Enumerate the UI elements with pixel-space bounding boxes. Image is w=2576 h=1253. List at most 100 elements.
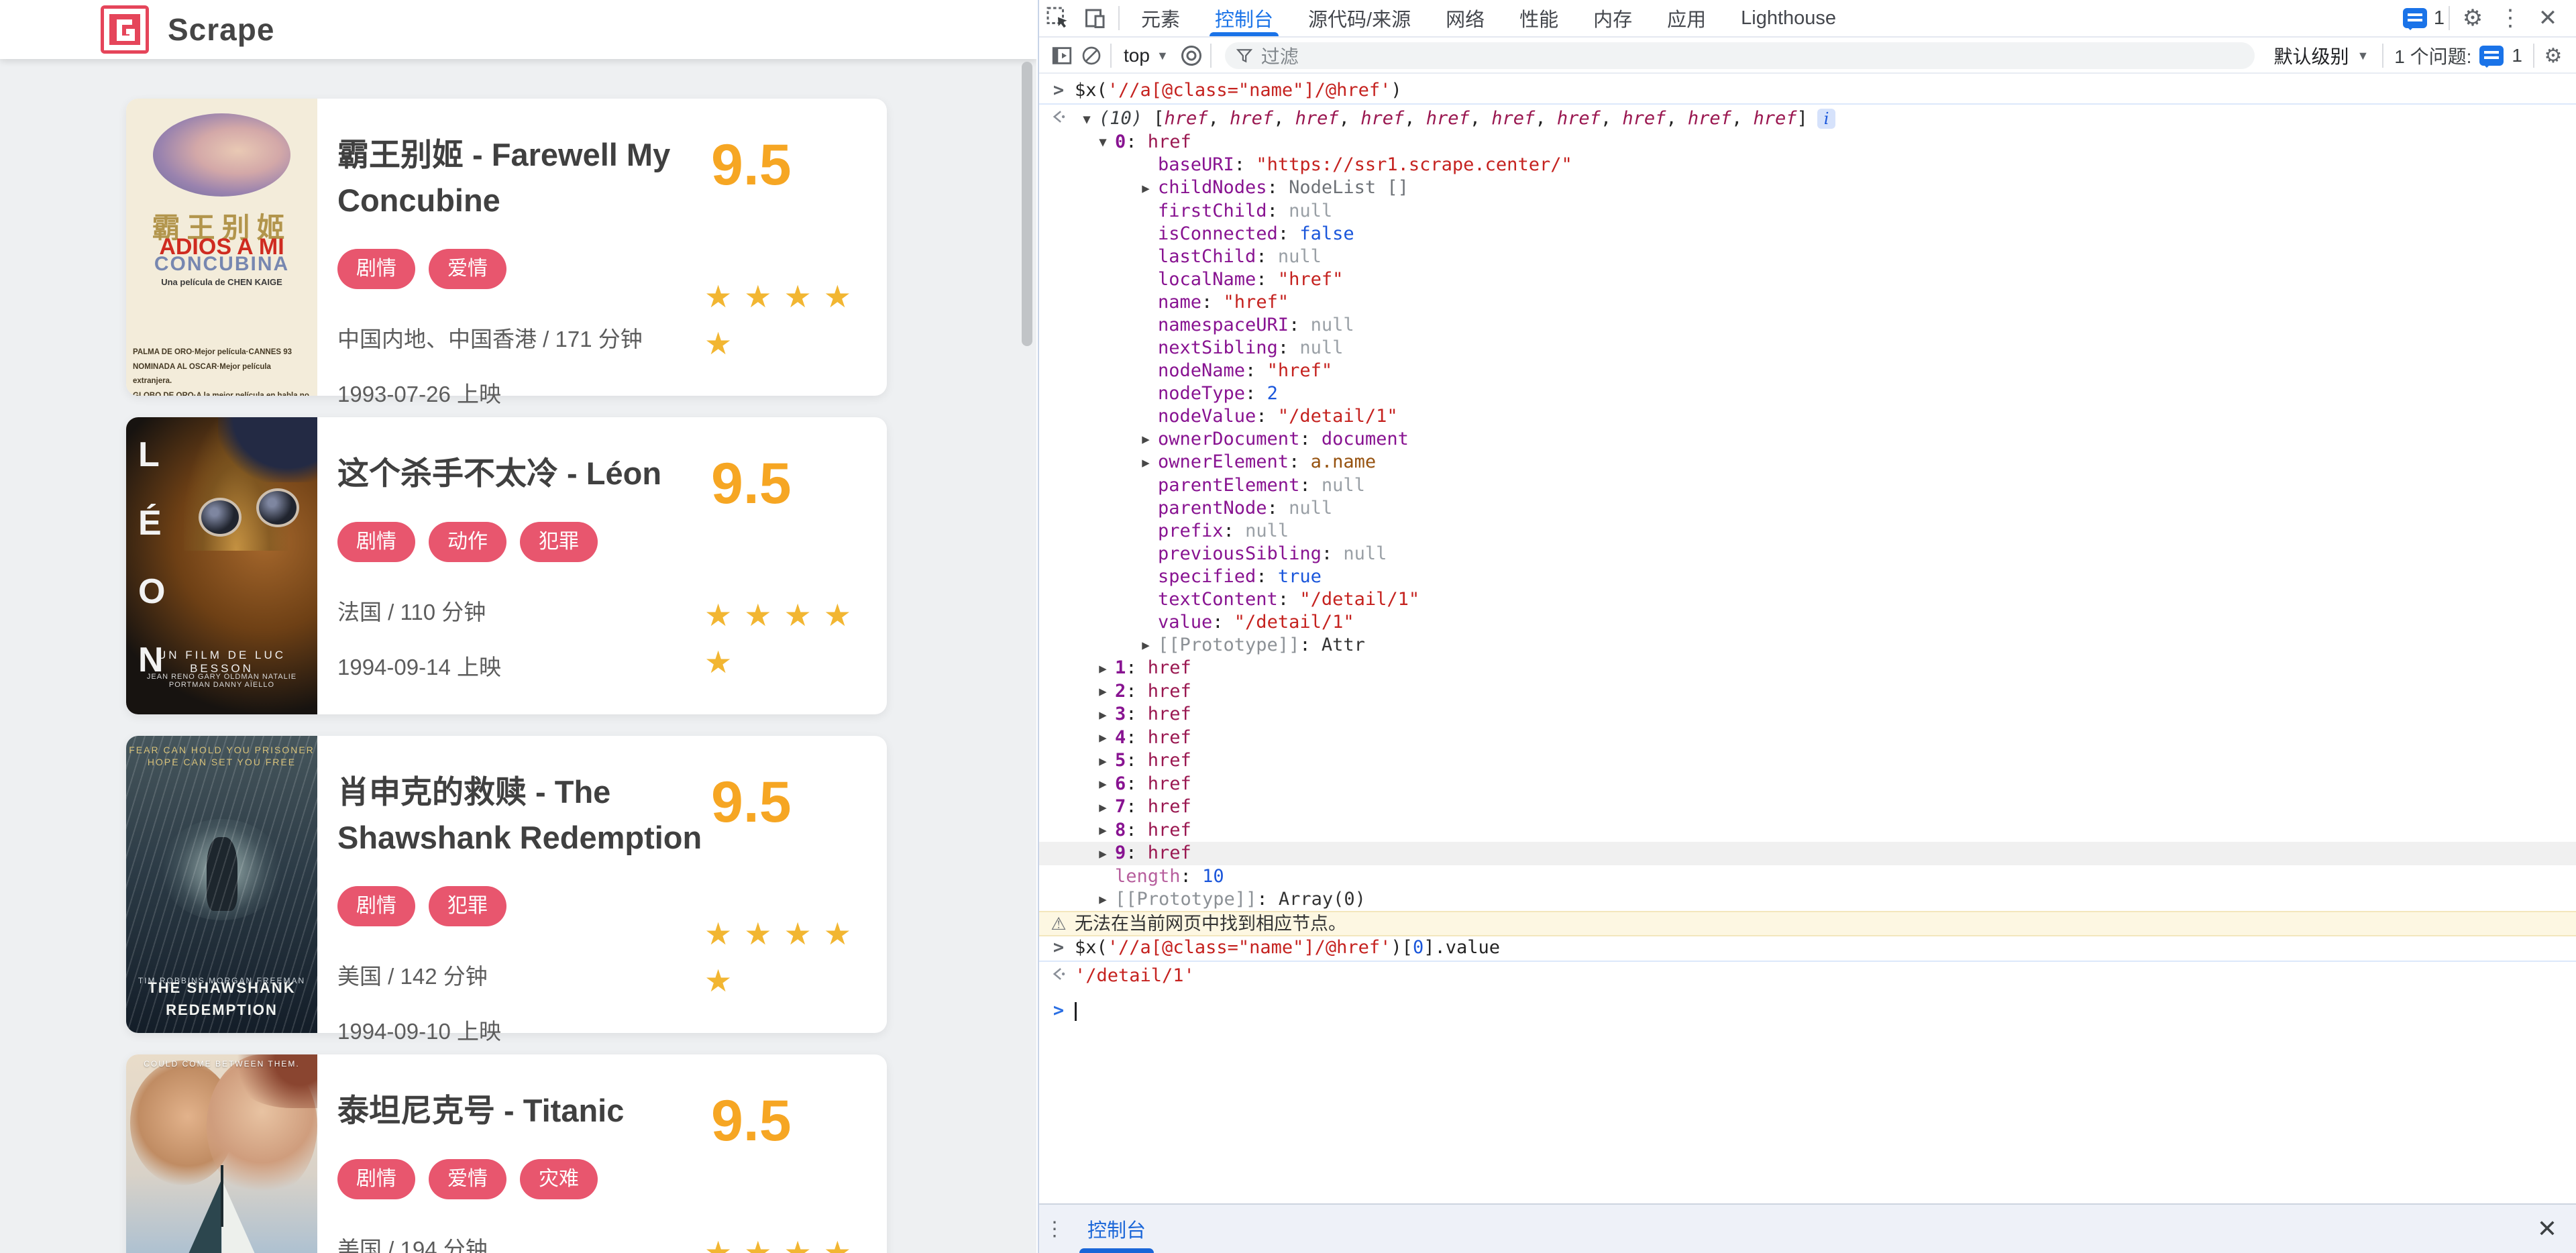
star-icon: ★	[824, 279, 851, 314]
object-property-row: parentElement: null	[1039, 474, 2576, 497]
expand-arrow-icon[interactable]: ▶	[1091, 704, 1115, 726]
context-selector[interactable]: top ▼	[1116, 45, 1177, 66]
object-property-row: value: "/detail/1"	[1039, 611, 2576, 634]
property-childNodes: ▶childNodes: NodeList []	[1075, 176, 2576, 200]
expand-arrow-icon[interactable]: ▶	[1091, 657, 1115, 680]
expand-arrow-icon[interactable]: ▶	[1091, 680, 1115, 703]
clear-console-icon[interactable]	[1077, 41, 1106, 70]
tab-元素[interactable]: 元素	[1124, 0, 1197, 36]
console-filter-input[interactable]: 过滤	[1225, 42, 2255, 69]
movie-star-rating: ★★★★★	[704, 598, 865, 679]
poster-title-letters: LÉON	[138, 435, 165, 680]
expand-arrow-icon[interactable]: ▼	[1075, 108, 1099, 131]
expand-arrow-icon[interactable]: ▶	[1091, 750, 1115, 773]
divider	[1210, 44, 1212, 68]
info-badge-icon[interactable]: i	[1817, 109, 1836, 129]
tag-剧情[interactable]: 剧情	[337, 886, 415, 926]
issues-bubble-icon	[2403, 8, 2427, 28]
movie-card: COULD COME BETWEEN THEM.LEONARDO DiCAPRI…	[126, 1054, 887, 1253]
drawer-kebab-icon[interactable]: ⋮	[1039, 1217, 1070, 1241]
devtools-panel: 元素控制台源代码/来源网络性能内存应用Lighthouse 1 ⚙ ⋮ ✕	[1038, 0, 2576, 1253]
star-icon: ★	[704, 916, 732, 951]
drawer-tab-console[interactable]: 控制台	[1070, 1205, 1163, 1253]
tag-剧情[interactable]: 剧情	[337, 522, 415, 562]
scrape-logo-icon	[101, 5, 149, 54]
property-parentElement: parentElement: null	[1075, 474, 2576, 497]
array-item-6: ▶6: href	[1075, 773, 2576, 796]
screen: Scrape 霸王别姬ADIOS A MICONCUBINAUna pelícu…	[0, 0, 2576, 1253]
tag-爱情[interactable]: 爱情	[429, 249, 506, 289]
expand-arrow-icon[interactable]: ▶	[1134, 634, 1158, 657]
issues-bubble-icon	[2479, 46, 2504, 66]
tab-源代码/来源[interactable]: 源代码/来源	[1291, 0, 1428, 36]
property-nodeName: nodeName: "href"	[1075, 360, 2576, 382]
poster-mast	[221, 1165, 223, 1227]
tag-剧情[interactable]: 剧情	[337, 1159, 415, 1199]
tab-Lighthouse[interactable]: Lighthouse	[1723, 0, 1854, 36]
settings-gear-icon[interactable]: ⚙	[2454, 1, 2491, 36]
input-chevron-icon: >	[1049, 936, 1069, 959]
expand-arrow-icon[interactable]: ▶	[1091, 819, 1115, 842]
expand-arrow-icon[interactable]: ▶	[1134, 428, 1158, 451]
poster-image: 霸王别姬ADIOS A MICONCUBINAUna película de C…	[126, 99, 317, 396]
movie-star-rating: ★★★★★	[704, 1235, 865, 1253]
device-toolbar-icon[interactable]	[1077, 1, 1114, 36]
console-prompt-input[interactable]	[1075, 999, 2576, 1022]
toolbar-issues[interactable]: 1 个问题: 1	[2387, 42, 2529, 69]
issues-counter[interactable]: 1	[2403, 7, 2445, 30]
movie-title-link[interactable]: 霸王别姬 - Farewell My Concubine	[337, 99, 740, 223]
inspect-element-icon[interactable]	[1039, 1, 1077, 36]
devtools-tabs: 元素控制台源代码/来源网络性能内存应用Lighthouse	[1124, 0, 1854, 36]
expand-arrow-icon[interactable]: ▶	[1091, 796, 1115, 819]
log-level-selector[interactable]: 默认级别 ▼	[2264, 42, 2378, 69]
movie-title-link[interactable]: 泰坦尼克号 - Titanic	[337, 1054, 740, 1134]
console-toolbar: top ▼ 过滤 默认级别 ▼ 1 个问题	[1039, 39, 2576, 74]
tag-犯罪[interactable]: 犯罪	[429, 886, 506, 926]
tag-犯罪[interactable]: 犯罪	[520, 522, 598, 562]
console-log[interactable]: >$x('//a[@class="name"]/@href')▼(10) [hr…	[1039, 75, 2576, 1203]
movie-title-link[interactable]: 肖申克的救赎 - The Shawshank Redemption	[337, 736, 740, 861]
console-settings-gear-icon[interactable]: ⚙	[2538, 41, 2568, 70]
console-result-2: '/detail/1'	[1039, 965, 2576, 987]
star-icon: ★	[744, 1235, 771, 1253]
tab-网络[interactable]: 网络	[1428, 0, 1502, 36]
expand-arrow-icon[interactable]: ▶	[1091, 842, 1115, 865]
live-expression-eye-icon[interactable]	[1177, 41, 1206, 70]
console-sidebar-icon[interactable]	[1047, 41, 1077, 70]
poster-tagline1: FEAR CAN HOLD YOU PRISONER	[126, 745, 317, 755]
array-item-collapsed: ▶4: href	[1039, 726, 2576, 750]
property-parentNode: parentNode: null	[1075, 497, 2576, 520]
site-header: Scrape	[0, 0, 1036, 59]
drawer-close-icon[interactable]: ✕	[2537, 1215, 2557, 1243]
movie-score-block: 9.5★★★★★	[704, 451, 867, 679]
movie-card: LÉONUN FILM DE LUC BESSONJEAN RENO GARY …	[126, 417, 887, 714]
expand-arrow-icon[interactable]: ▶	[1091, 726, 1115, 749]
warning-message: 无法在当前网页中找到相应节点。	[1075, 912, 2576, 935]
tag-动作[interactable]: 动作	[429, 522, 506, 562]
collapse-arrow-icon[interactable]: ▼	[1091, 131, 1115, 154]
expand-arrow-icon[interactable]: ▶	[1091, 773, 1115, 796]
devtools-close-icon[interactable]: ✕	[2529, 1, 2567, 36]
poster-bow-light-side	[221, 1179, 290, 1253]
tag-剧情[interactable]: 剧情	[337, 249, 415, 289]
movie-tags: 剧情爱情	[337, 249, 753, 289]
tab-性能[interactable]: 性能	[1502, 0, 1576, 36]
movie-score: 9.5	[704, 1088, 867, 1154]
tag-灾难[interactable]: 灾难	[520, 1159, 598, 1199]
kebab-menu-icon[interactable]: ⋮	[2491, 1, 2529, 36]
movie-title-link[interactable]: 这个杀手不太冷 - Léon	[337, 417, 740, 496]
return-value-icon	[1049, 965, 1069, 987]
property-nodeValue: nodeValue: "/detail/1"	[1075, 405, 2576, 428]
property-name: name: "href"	[1075, 291, 2576, 314]
scrollbar-thumb[interactable]	[1022, 62, 1032, 346]
tag-爱情[interactable]: 爱情	[429, 1159, 506, 1199]
poster-cast: JEAN RENO GARY OLDMAN NATALIE PORTMAN DA…	[126, 673, 317, 689]
star-icon: ★	[784, 916, 812, 951]
tab-应用[interactable]: 应用	[1650, 0, 1723, 36]
expand-arrow-icon[interactable]: ▶	[1091, 888, 1115, 911]
expand-arrow-icon[interactable]: ▶	[1134, 177, 1158, 200]
expand-arrow-icon[interactable]: ▶	[1134, 451, 1158, 474]
poster-letter: É	[138, 503, 165, 543]
tab-控制台[interactable]: 控制台	[1197, 0, 1291, 36]
tab-内存[interactable]: 内存	[1576, 0, 1650, 36]
